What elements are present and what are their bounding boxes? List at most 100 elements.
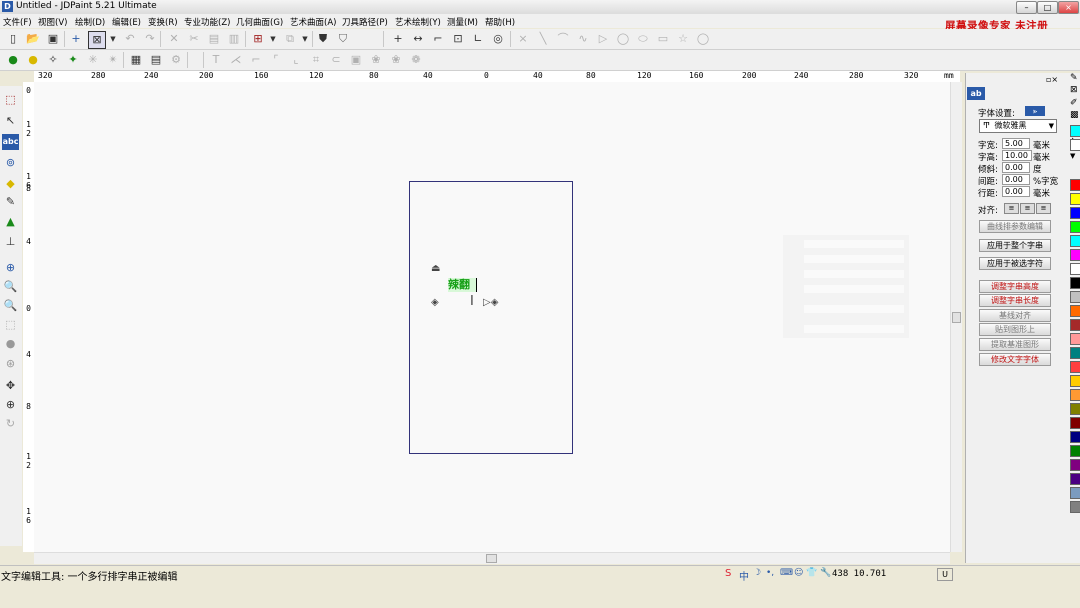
user-icon[interactable]: ☺ [794, 568, 803, 578]
vertical-scroll-thumb[interactable] [952, 312, 961, 323]
zoom-icon[interactable]: ⊕ [2, 397, 19, 413]
extend-icon[interactable]: ⌐ [248, 52, 264, 68]
color-swatch[interactable] [1070, 347, 1080, 359]
curve-icon[interactable]: ∿ [575, 31, 591, 47]
modify-font-button[interactable]: 修改文字字体 [979, 353, 1051, 366]
triangle-icon[interactable]: ▷ [595, 31, 611, 47]
pattern-icon[interactable]: ▩ [1070, 110, 1079, 120]
copy-icon[interactable]: ✂ [186, 31, 202, 47]
color-swatch[interactable] [1070, 319, 1080, 331]
baseline-align-button[interactable]: 基线对齐 [979, 309, 1051, 322]
color-swatch[interactable] [1070, 403, 1080, 415]
color-swatch[interactable] [1070, 431, 1080, 443]
apply-whole-string-button[interactable]: 应用于整个字串 [979, 239, 1051, 252]
node-add-icon[interactable]: ✴ [105, 52, 121, 68]
menu-geometry[interactable]: 几何曲面(G) [236, 16, 283, 28]
ungroup-icon[interactable]: ✦ [65, 52, 81, 68]
fillet-icon[interactable]: ⌞ [288, 52, 304, 68]
node-edit-icon[interactable]: ↖ [2, 113, 19, 129]
menu-art-draw[interactable]: 艺术绘制(Y) [395, 16, 441, 28]
ime-logo-icon[interactable]: S [725, 568, 731, 579]
eraser-icon[interactable]: ◆ [2, 176, 19, 192]
refresh-icon[interactable]: ↻ [2, 416, 19, 432]
color-swatch[interactable] [1070, 235, 1080, 247]
moon-icon[interactable]: ☽ [753, 568, 761, 578]
chain4-icon[interactable]: ❁ [408, 52, 424, 68]
color-swatch[interactable] [1070, 277, 1080, 289]
char-width-input[interactable]: 5.00 [1002, 138, 1030, 149]
panel-close-icon[interactable]: ▫× [1046, 75, 1058, 84]
star-icon[interactable]: ☆ [675, 31, 691, 47]
font-settings-button[interactable]: ⪢ [1025, 106, 1045, 116]
text-icon[interactable]: abc [2, 134, 19, 150]
menu-edit[interactable]: 编辑(E) [112, 16, 141, 28]
font-select[interactable]: Ͳ 微软雅黑 ▼ [979, 119, 1057, 133]
left-resize-handle-icon[interactable]: ◈ [431, 297, 439, 308]
pan-icon[interactable]: ✥ [2, 378, 19, 394]
keyboard-icon[interactable]: ⌨ [780, 568, 793, 578]
color-swatch[interactable] [1070, 459, 1080, 471]
extract-base-shape-button[interactable]: 提取基准图形 [979, 338, 1051, 351]
menu-transform[interactable]: 变换(R) [148, 16, 178, 28]
horizontal-scrollbar[interactable] [34, 552, 950, 564]
color-swatch[interactable] [1070, 291, 1080, 303]
rotate-handle-icon[interactable]: ⏏ [431, 263, 440, 274]
color-swatch[interactable] [1070, 417, 1080, 429]
menu-art-surface[interactable]: 艺术曲面(A) [290, 16, 336, 28]
dropdown-icon[interactable]: ▼ [297, 31, 313, 47]
link-icon[interactable]: ⌗ [308, 52, 324, 68]
char-height-input[interactable]: 10.00 [1002, 150, 1032, 161]
new-icon[interactable]: ▯ [5, 31, 21, 47]
group-icon[interactable]: ✧ [45, 52, 61, 68]
color-swatch[interactable] [1070, 221, 1080, 233]
redo-icon[interactable]: ↷ [142, 31, 158, 47]
shirt-icon[interactable]: 👕 [806, 568, 817, 578]
cross-icon[interactable]: + [390, 31, 406, 47]
corner-icon[interactable]: ⌐ [430, 31, 446, 47]
right-resize-handle-icon[interactable]: ▷◈ [483, 297, 498, 308]
menu-toolpath[interactable]: 刀具路径(P) [342, 16, 388, 28]
menu-file[interactable]: 文件(F) [3, 16, 32, 28]
zoom-window-icon[interactable]: ⊕ [2, 260, 19, 276]
paste-icon[interactable]: ▤ [206, 31, 222, 47]
color-swatch[interactable] [1070, 389, 1080, 401]
node-circle-icon[interactable]: ⊚ [2, 155, 19, 171]
arc-icon[interactable]: ⌒ [555, 31, 571, 47]
cut-icon[interactable]: ✕ [166, 31, 182, 47]
vertical-scrollbar[interactable] [950, 82, 962, 552]
grid-icon[interactable]: ▤ [148, 52, 164, 68]
chain2-icon[interactable]: ❀ [368, 52, 384, 68]
shield-filled-icon[interactable]: ⛉ [335, 31, 351, 47]
fill-icon[interactable]: ▲ [2, 214, 19, 230]
dropdown-icon[interactable]: ▼ [265, 31, 281, 47]
open-icon[interactable]: 📂 [25, 31, 41, 47]
attach-to-shape-button[interactable]: 贴到图形上 [979, 323, 1051, 336]
zoom-in-icon[interactable]: 🔍 [2, 279, 19, 295]
rotate-view-icon[interactable]: ⊛ [2, 356, 19, 372]
maximize-button[interactable]: □ [1037, 1, 1058, 14]
shield-icon[interactable]: ⛊ [315, 31, 331, 47]
horizontal-scroll-thumb[interactable] [486, 554, 497, 563]
color-swatch[interactable] [1070, 207, 1080, 219]
rect-icon[interactable]: ▭ [655, 31, 671, 47]
line-icon[interactable]: ╲ [535, 31, 551, 47]
pen-icon[interactable]: ✎ [2, 194, 19, 210]
grid-icon[interactable]: ⊞ [250, 31, 266, 47]
ime-mode[interactable]: 中 [739, 568, 749, 583]
color-swatch[interactable] [1070, 193, 1080, 205]
lightbulb-green-icon[interactable]: ● [5, 52, 21, 68]
node-icon[interactable]: ✳ [85, 52, 101, 68]
adjust-string-height-button[interactable]: 调整字串高度 [979, 280, 1051, 293]
slant-input[interactable]: 0.00 [1002, 162, 1030, 173]
box-icon[interactable]: ▣ [348, 52, 364, 68]
dropdown-icon[interactable]: ▼ [105, 31, 121, 47]
curve-text-params-button[interactable]: 曲线排参数编辑 [979, 220, 1051, 233]
menu-draw[interactable]: 绘制(D) [75, 16, 105, 28]
zoom-all-icon[interactable]: ⬚ [2, 317, 19, 333]
apply-selected-chars-button[interactable]: 应用于被选字符 [979, 257, 1051, 270]
paste-special-icon[interactable]: ▥ [226, 31, 242, 47]
frame-icon[interactable]: ⊡ [450, 31, 466, 47]
select-window-icon[interactable]: ⊠ [88, 31, 106, 49]
align-center-icon[interactable]: ≡ [1020, 203, 1035, 214]
lasso-icon[interactable]: ◎ [490, 31, 506, 47]
